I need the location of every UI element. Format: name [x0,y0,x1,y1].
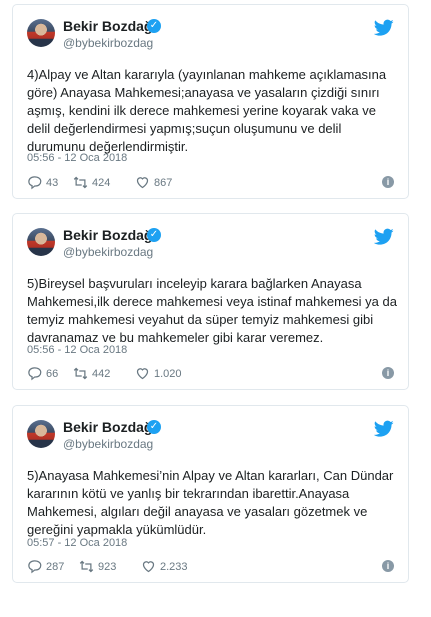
author-name[interactable]: Bekir Bozdağ [63,18,152,34]
heart-icon [136,368,149,380]
retweet-button[interactable]: 424 [73,175,110,190]
author-handle[interactable]: @bybekirbozdag [63,245,153,259]
tweet-card[interactable]: Bekir Bozdağ ✓ @bybekirbozdag 5)Bireysel… [12,213,409,390]
like-count: 2.233 [160,560,188,573]
heart-icon [136,177,149,189]
reply-button[interactable]: 287 [27,559,64,574]
author-handle[interactable]: @bybekirbozdag [63,437,153,451]
twitter-bird-icon[interactable] [374,19,394,37]
reply-icon [28,176,42,190]
twitter-bird-icon[interactable] [374,228,394,246]
like-button[interactable]: 2.233 [141,559,188,574]
like-button[interactable]: 867 [135,175,172,190]
tweet-card[interactable]: Bekir Bozdağ ✓ @bybekirbozdag 4)Alpay ve… [12,4,409,199]
retweet-icon [79,560,94,573]
reply-count: 43 [46,176,59,189]
reply-icon [28,367,42,381]
retweet-count: 923 [98,560,117,573]
like-button[interactable]: 1.020 [135,366,182,381]
retweet-button[interactable]: 442 [73,366,110,381]
retweet-button[interactable]: 923 [79,559,116,574]
avatar[interactable] [27,228,55,256]
tweet-text: 4)Alpay ve Altan kararıyla (yayınlanan m… [27,67,387,154]
avatar[interactable] [27,19,55,47]
tweet-timestamp[interactable]: 05:57 - 12 Oca 2018 [27,537,127,549]
reply-button[interactable]: 66 [27,366,58,381]
retweet-icon [73,367,88,380]
like-count: 867 [154,176,173,189]
reply-count: 66 [46,367,59,380]
retweet-count: 424 [92,176,111,189]
retweet-icon [73,176,88,189]
heart-icon [142,561,155,573]
tweet-text: 5)Bireysel başvuruları inceleyip karara … [27,276,397,345]
author-handle[interactable]: @bybekirbozdag [63,36,153,50]
verified-badge-icon: ✓ [147,228,161,242]
twitter-bird-icon[interactable] [374,420,394,438]
tweet-text: 5)Anayasa Mahkemesi’nin Alpay ve Altan k… [27,468,394,537]
author-name[interactable]: Bekir Bozdağ [63,227,152,243]
info-icon[interactable]: i [382,560,394,572]
tweet-timestamp[interactable]: 05:56 - 12 Oca 2018 [27,344,127,356]
tweet-timestamp[interactable]: 05:56 - 12 Oca 2018 [27,152,127,164]
avatar[interactable] [27,420,55,448]
reply-icon [28,560,42,574]
tweet-card[interactable]: Bekir Bozdağ ✓ @bybekirbozdag 5)Anayasa … [12,405,409,583]
reply-count: 287 [46,560,65,573]
verified-badge-icon: ✓ [147,19,161,33]
info-icon[interactable]: i [382,176,394,188]
info-icon[interactable]: i [382,367,394,379]
verified-badge-icon: ✓ [147,420,161,434]
reply-button[interactable]: 43 [27,175,58,190]
author-name[interactable]: Bekir Bozdağ [63,419,152,435]
like-count: 1.020 [154,367,182,380]
retweet-count: 442 [92,367,111,380]
